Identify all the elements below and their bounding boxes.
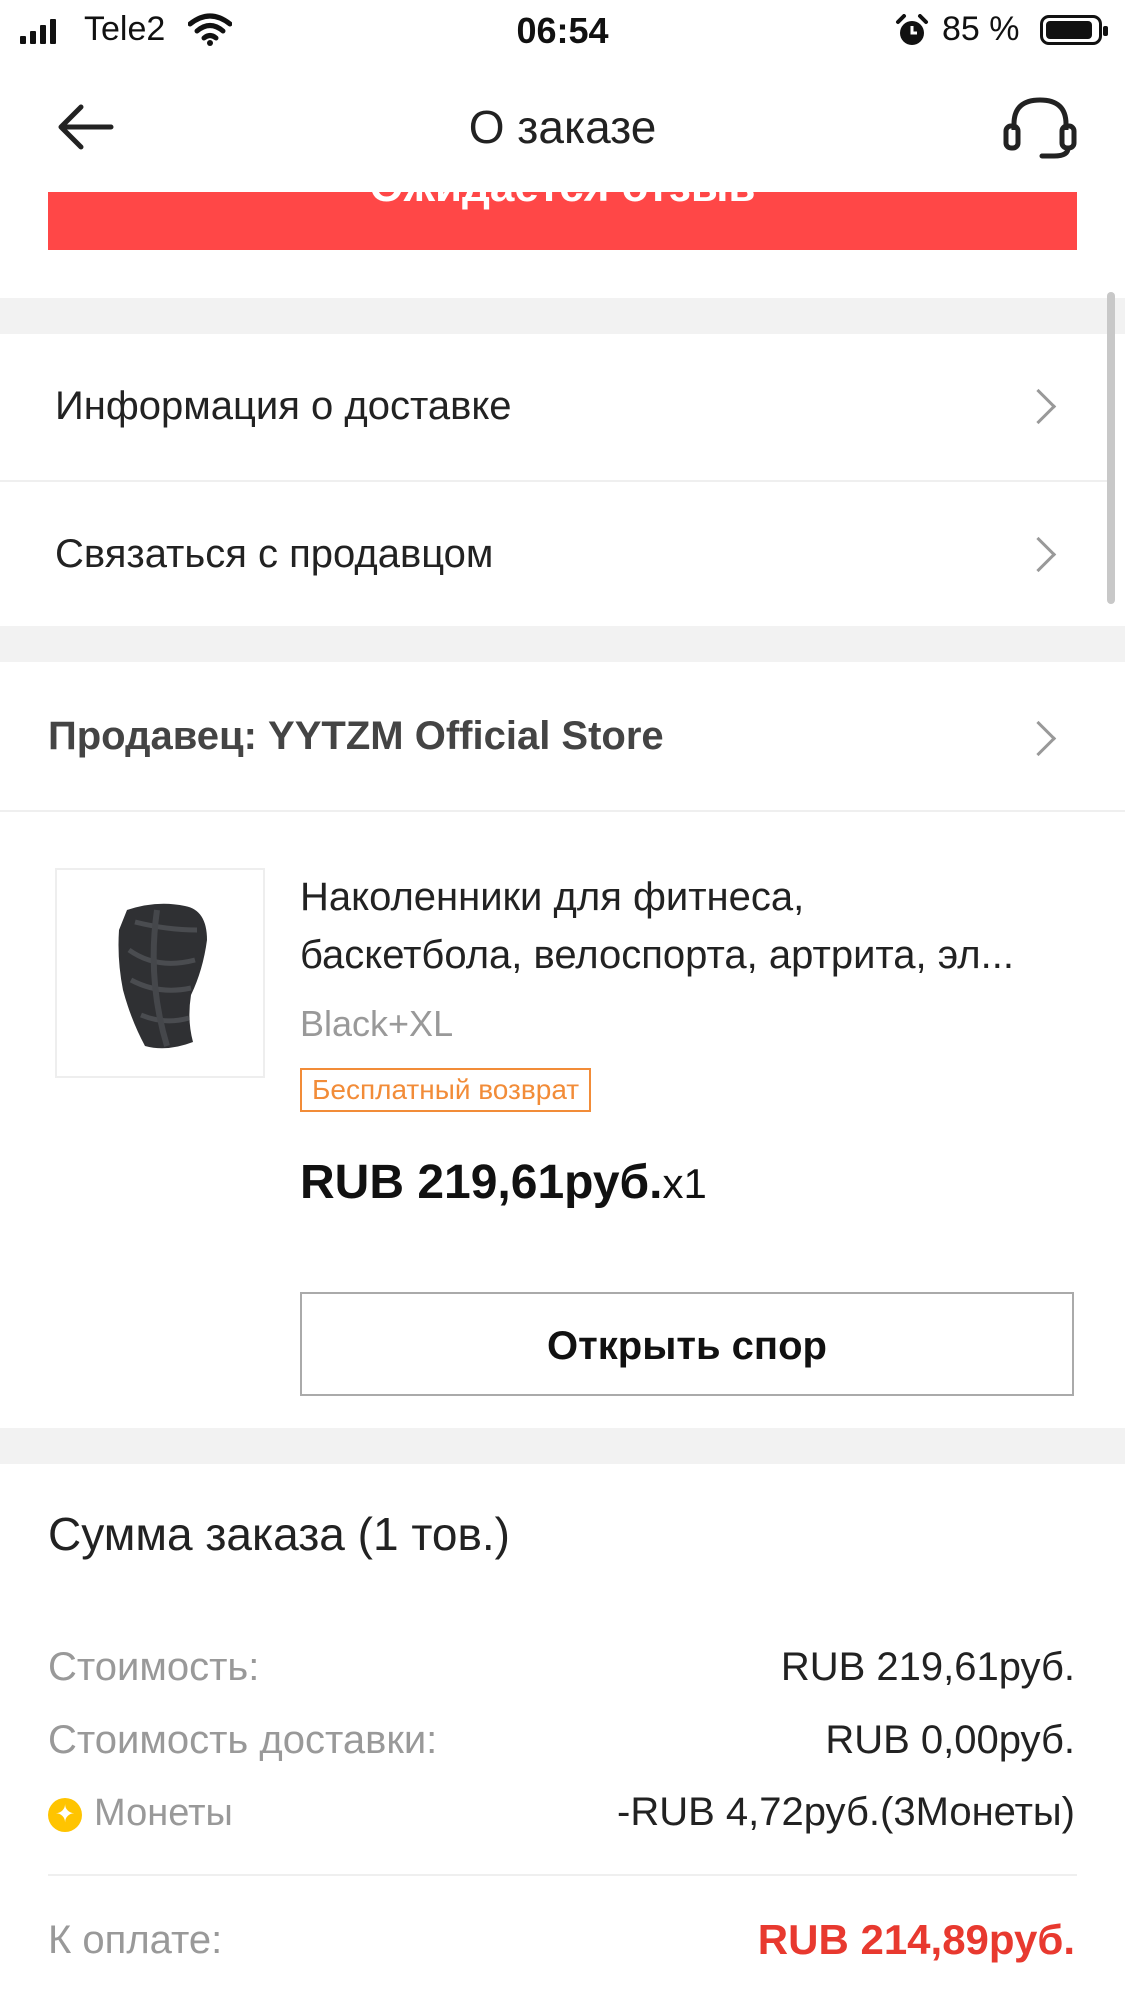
store-row[interactable]: Продавец: YYTZM Official Store: [0, 662, 1125, 810]
product-variant: Black+XL: [300, 1003, 454, 1044]
contact-seller-row[interactable]: Связаться с продавцом: [0, 482, 1110, 626]
coin-icon: ✦: [48, 1798, 82, 1832]
shipping-label: Стоимость доставки:: [48, 1718, 438, 1762]
open-dispute-button[interactable]: Открыть спор: [300, 1292, 1074, 1396]
product-price-line: RUB 219,61руб.x1: [300, 1155, 707, 1210]
product-price: RUB 219,61руб.: [300, 1156, 663, 1209]
chevron-right-icon: [1020, 720, 1057, 757]
shipping-value: RUB 0,00руб.: [825, 1718, 1075, 1762]
delivery-info-label: Информация о доставке: [55, 384, 512, 428]
headset-icon[interactable]: [1002, 94, 1078, 160]
subtotal-label: Стоимость:: [48, 1645, 260, 1689]
page-title: О заказе: [468, 101, 657, 153]
battery-percent: 85 %: [942, 10, 1020, 48]
chevron-right-icon: [1020, 536, 1057, 573]
battery-icon: [1040, 15, 1108, 45]
product-qty: x1: [662, 1160, 707, 1207]
total-value: RUB 214,89руб.: [757, 1916, 1075, 1963]
coins-label: Монеты: [94, 1792, 233, 1834]
alarm-icon: [896, 14, 928, 45]
coins-value: -RUB 4,72руб.(3Монеты): [617, 1790, 1075, 1834]
chevron-right-icon: [1020, 388, 1057, 425]
scrollbar[interactable]: [1107, 292, 1115, 604]
knee-brace-image: [118, 903, 207, 1049]
subtotal-value: RUB 219,61руб.: [780, 1645, 1075, 1689]
section-gap: [0, 1428, 1125, 1464]
nav-bar: О заказе: [0, 62, 1125, 192]
status-banner-button[interactable]: Ожидается отзыв: [48, 192, 1077, 250]
divider: [0, 810, 1125, 812]
order-summary-title: Сумма заказа (1 тов.): [48, 1508, 510, 1560]
delivery-info-row[interactable]: Информация о доставке: [0, 334, 1110, 480]
banner-label: Ожидается отзыв: [48, 192, 1077, 212]
product-image[interactable]: [55, 868, 265, 1078]
section-gap: [0, 298, 1125, 334]
section-gap: [0, 626, 1125, 662]
free-return-badge: Бесплатный возврат: [300, 1068, 592, 1112]
divider: [48, 1874, 1077, 1876]
total-label: К оплате:: [48, 1918, 223, 1962]
store-name: Продавец: YYTZM Official Store: [48, 714, 664, 758]
contact-seller-label: Связаться с продавцом: [55, 532, 494, 576]
product-title-line: Наколенники для фитнеса,: [300, 875, 805, 919]
product-title[interactable]: Наколенники для фитнеса, баскетбола, вел…: [300, 868, 1080, 984]
status-bar: Tele2 06:54 85 %: [0, 0, 1125, 62]
product-title-line: баскетбола, велоспорта, артрита, эл...: [300, 933, 1014, 977]
